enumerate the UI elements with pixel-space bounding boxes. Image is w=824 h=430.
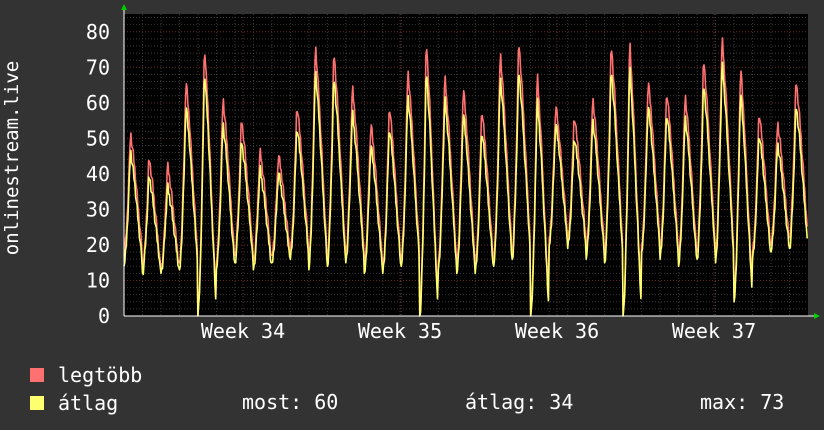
legend-label-avg: átlag bbox=[58, 391, 119, 415]
y-tick-label: 80 bbox=[86, 20, 110, 44]
legend-item-max: legtöbb bbox=[30, 362, 142, 388]
line-chart: 0 10 20 30 40 50 60 70 80 Week 34 Week 35 Week 36 We… bbox=[86, 4, 820, 343]
y-tick-label: 20 bbox=[86, 233, 110, 257]
y-axis-title-text: onlinestream.live bbox=[1, 60, 23, 256]
x-tick-label: Week 37 bbox=[672, 319, 756, 343]
y-tick-label: 60 bbox=[86, 91, 110, 115]
x-tick-label: Week 34 bbox=[201, 319, 285, 343]
y-tick-label: 70 bbox=[86, 55, 110, 79]
legend-item-avg: átlag bbox=[30, 390, 118, 416]
chart-window: 0 10 20 30 40 50 60 70 80 Week 34 Week 35 Week 36 We… bbox=[0, 0, 824, 430]
y-axis-arrow-icon bbox=[121, 4, 127, 10]
y-tick-label: 30 bbox=[86, 197, 110, 221]
y-tick-label: 0 bbox=[98, 304, 110, 328]
stat-average: átlag: 34 bbox=[465, 390, 574, 414]
x-tick-label: Week 35 bbox=[358, 319, 442, 343]
x-axis-arrow-icon bbox=[814, 313, 820, 319]
stat-maximum: max: 73 bbox=[700, 390, 785, 414]
x-tick-label: Week 36 bbox=[515, 319, 599, 343]
y-tick-label: 10 bbox=[86, 268, 110, 292]
y-axis-title: onlinestream.live bbox=[0, 0, 24, 316]
y-tick-label: 50 bbox=[86, 126, 110, 150]
legend-swatch-avg bbox=[30, 396, 44, 410]
y-tick-label: 40 bbox=[86, 162, 110, 186]
stat-current: most: 60 bbox=[242, 390, 339, 414]
legend-label-max: legtöbb bbox=[58, 363, 143, 387]
legend-swatch-max bbox=[30, 368, 44, 382]
